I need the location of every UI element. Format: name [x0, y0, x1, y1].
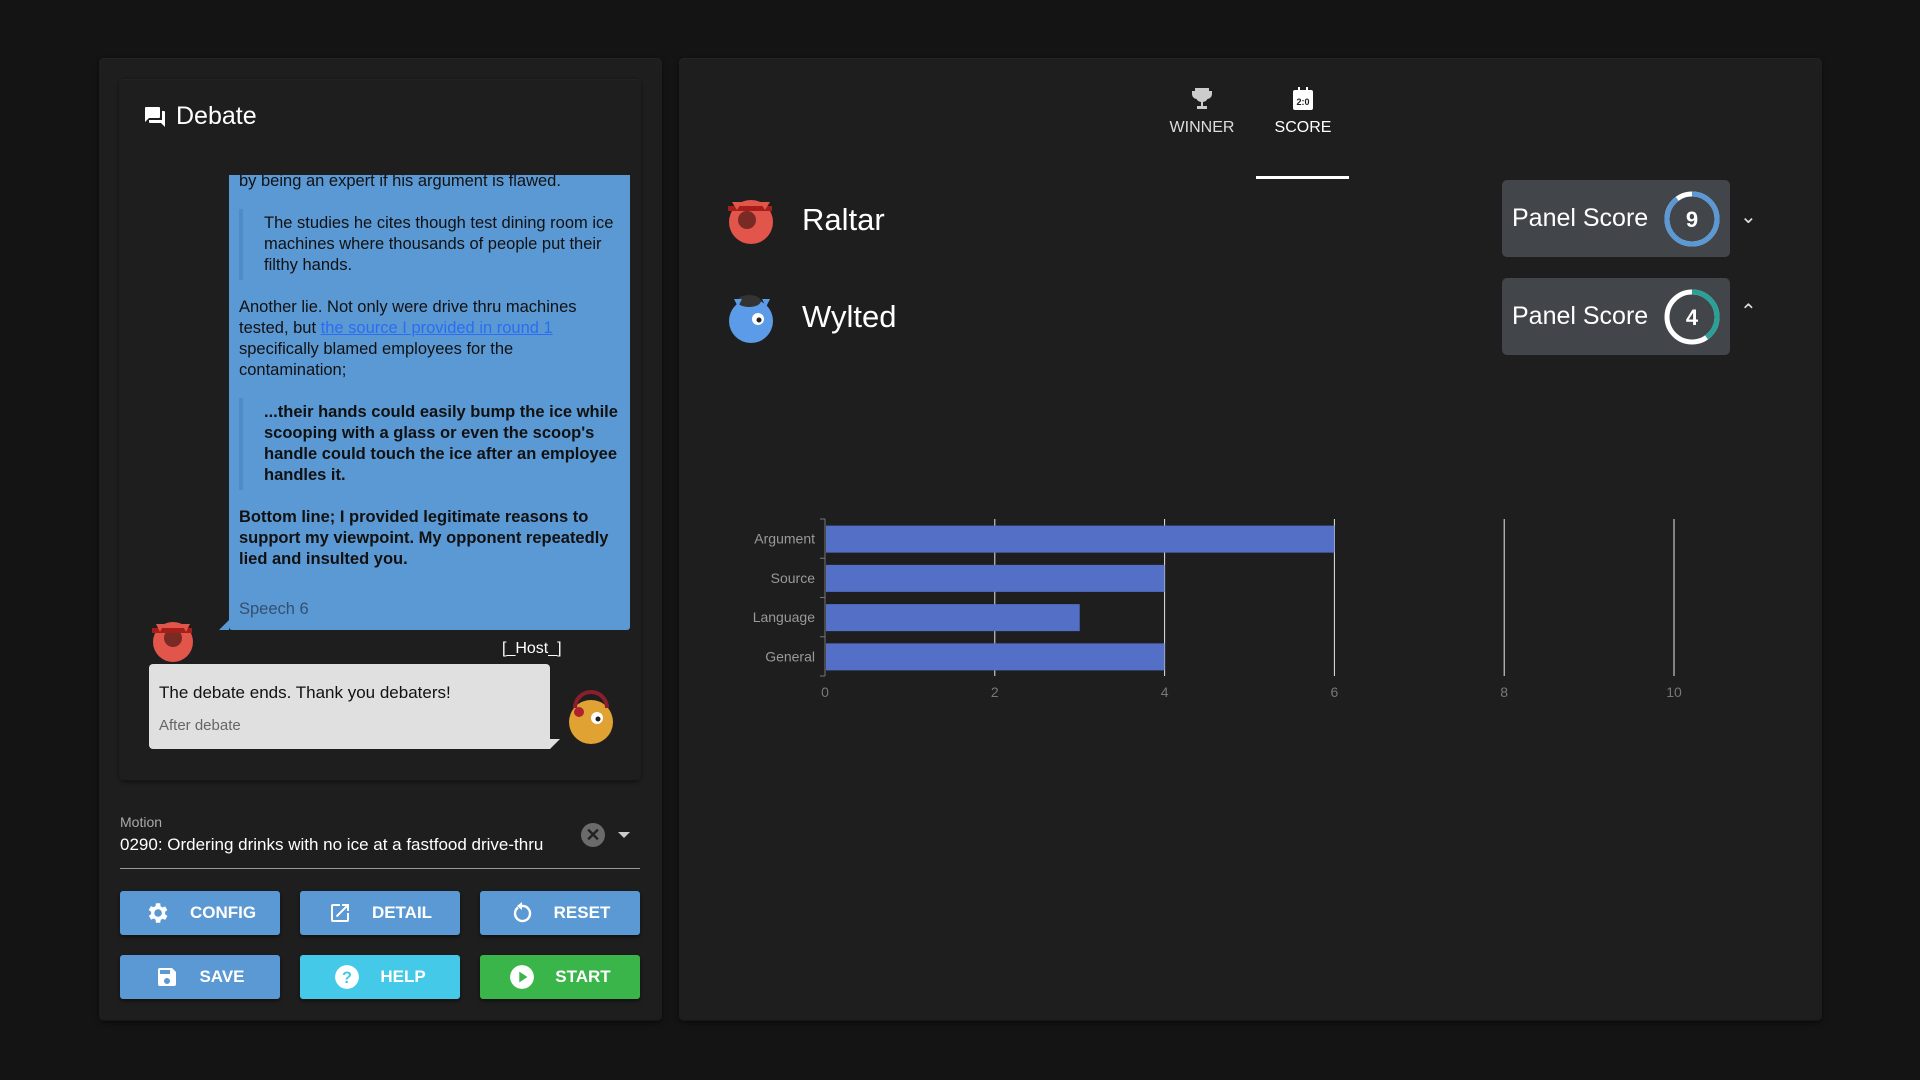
bar-general — [826, 643, 1165, 671]
y-category-label: General — [765, 648, 815, 664]
detail-button[interactable]: DETAIL — [300, 891, 460, 935]
tab-score[interactable]: 2:0 SCORE — [1253, 87, 1353, 137]
trophy-icon — [1191, 88, 1213, 109]
play-icon — [510, 965, 535, 989]
raltar-avatar — [728, 200, 773, 244]
help-button[interactable]: ? HELP — [300, 955, 460, 999]
y-category-label: Language — [753, 609, 816, 625]
x-tick-label: 2 — [991, 684, 999, 700]
reset-icon — [513, 902, 531, 923]
panel-score-raltar[interactable]: Panel Score 9 — [1502, 180, 1730, 257]
debate-panel: Debate by being an expert if his argumen… — [100, 59, 661, 1020]
x-tick-label: 10 — [1666, 684, 1682, 700]
svg-text:2:0: 2:0 — [1296, 97, 1309, 107]
x-tick-label: 8 — [1500, 684, 1508, 700]
score-panel: WINNER 2:0 SCORE Raltar Panel Score 9 ⌄ … — [680, 59, 1821, 1020]
speech-meta: Speech 6 — [239, 600, 309, 618]
save-icon — [158, 968, 177, 986]
x-tick-label: 4 — [1161, 684, 1169, 700]
wylted-avatar — [729, 295, 773, 343]
clear-icon[interactable]: ✕ — [581, 823, 605, 847]
chevron-up-icon[interactable]: ⌃ — [1740, 299, 1757, 324]
svg-text:4: 4 — [1686, 305, 1699, 330]
bar-argument — [826, 525, 1335, 553]
player-name: Wylted — [802, 299, 897, 334]
motion-label: Motion — [120, 814, 163, 830]
y-category-label: Argument — [754, 531, 815, 547]
y-category-label: Source — [771, 570, 816, 586]
score-chart: 0 2 4 6 8 10 Argument Source Language General — [753, 518, 1682, 700]
debate-title: Debate — [142, 102, 257, 131]
host-label: [_Host_] — [502, 640, 562, 657]
chevron-down-icon[interactable]: ⌄ — [1740, 204, 1757, 229]
bar-language — [826, 604, 1080, 632]
reset-button[interactable]: RESET — [480, 891, 640, 935]
quote: The studies he cites though test dining … — [239, 209, 618, 280]
motion-select[interactable]: 0290: Ordering drinks with no ice at a f… — [120, 835, 550, 855]
scoreboard-icon: 2:0 — [1293, 87, 1313, 110]
score-ring: 9 — [1664, 191, 1720, 247]
speech-bubble: by being an expert if his argument is fl… — [229, 175, 630, 630]
bar-source — [826, 564, 1165, 592]
forum-icon — [145, 106, 165, 127]
host-bubble: The debate ends. Thank you debaters! Aft… — [149, 664, 550, 749]
quote: ...their hands could easily bump the ice… — [239, 398, 618, 490]
player-name: Raltar — [802, 202, 885, 237]
x-tick-label: 6 — [1331, 684, 1339, 700]
start-button[interactable]: START — [480, 955, 640, 999]
host-avatar — [569, 690, 613, 744]
gear-icon — [148, 903, 168, 923]
player-row-wylted: Wylted — [722, 287, 896, 347]
help-icon: ? — [335, 965, 360, 989]
config-button[interactable]: CONFIG — [120, 891, 280, 935]
tab-winner[interactable]: WINNER — [1152, 87, 1252, 137]
panel-score-wylted[interactable]: Panel Score 4 — [1502, 278, 1730, 355]
raltar-avatar — [152, 622, 193, 662]
dropdown-arrow-icon[interactable] — [618, 832, 630, 838]
source-link[interactable]: the source I provided in round 1 — [321, 319, 553, 337]
save-button[interactable]: SAVE — [120, 955, 280, 999]
open-in-new-icon — [330, 904, 349, 922]
active-tab-indicator — [1256, 176, 1349, 179]
svg-text:9: 9 — [1686, 207, 1698, 232]
debate-card: Debate by being an expert if his argumen… — [120, 80, 640, 780]
svg-text:?: ? — [342, 969, 352, 987]
score-ring: 4 — [1664, 289, 1720, 345]
player-row-raltar: Raltar — [722, 190, 885, 250]
x-tick-label: 0 — [821, 684, 829, 700]
